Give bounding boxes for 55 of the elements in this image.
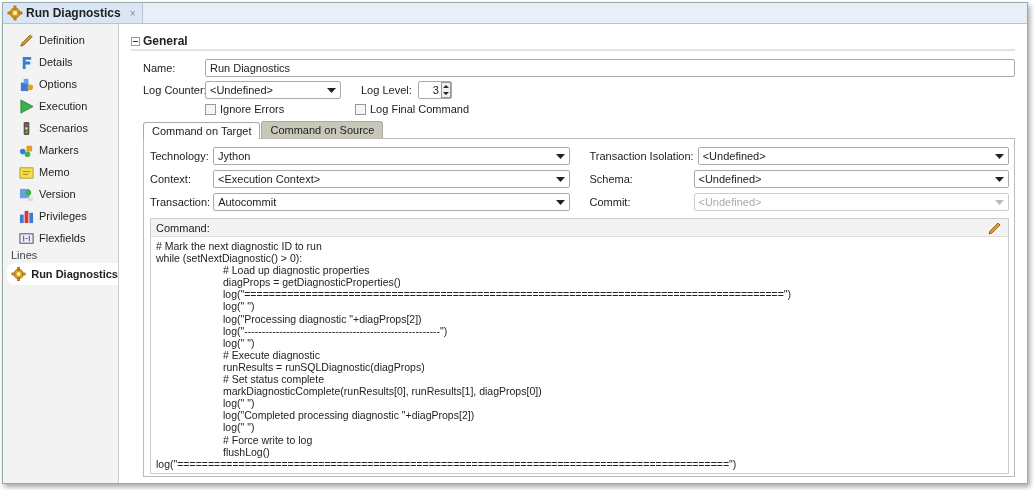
tab[interactable]: Command on Source <box>261 121 384 138</box>
field-label: Log Level: <box>361 84 412 96</box>
dropdown[interactable]: Autocommit <box>213 193 570 211</box>
field-label: Commit: <box>589 196 632 208</box>
dropdown[interactable]: <Undefined> <box>205 81 341 99</box>
name-field[interactable]: Run Diagnostics <box>205 59 1015 77</box>
sidebar-item[interactable]: Definition <box>9 29 118 51</box>
code-line: # Set status complete <box>223 373 325 386</box>
sidebar-item[interactable]: Markers <box>9 139 118 161</box>
field-label: Transaction Isolation: <box>589 150 695 162</box>
editor-tab[interactable]: Run Diagnostics × <box>3 3 143 23</box>
command-label: Command: <box>156 221 210 234</box>
code-line: # Execute diagnostic <box>223 348 321 361</box>
code-line: markDiagnosticComplete(runResults[0], runResults[1], diagProps[0]) <box>223 385 543 398</box>
field-label: Schema: <box>589 173 634 185</box>
code-line: flushLog() <box>223 445 271 458</box>
code-line: # Mark the next diagnostic ID to run <box>156 240 323 253</box>
field-label: Log Counter: <box>143 84 205 96</box>
code-line: log(" ") <box>223 421 256 434</box>
code-line: log(" ") <box>223 397 256 410</box>
field-label: Name: <box>143 62 177 74</box>
sidebar-item[interactable]: Privileges <box>9 205 118 227</box>
sidebar-item[interactable]: Flexfields <box>9 227 118 249</box>
code-line: runResults = runSQLDiagnostic(diagProps) <box>223 360 426 374</box>
code-line: # Force write to log <box>223 433 314 446</box>
sidebar-item[interactable]: Details <box>9 51 118 73</box>
code-line: diagProps = getDiagnosticProperties() <box>223 276 402 289</box>
section-title: General <box>143 34 188 48</box>
sidebar-item[interactable]: Options <box>9 73 118 95</box>
tab[interactable]: Command on Target <box>143 122 261 139</box>
code-line: # Load up diagnostic properties <box>223 264 371 277</box>
sidebar-item[interactable]: Execution <box>9 95 118 117</box>
sidebar-item[interactable]: Memo <box>9 161 118 183</box>
code-line: log("Processing diagnostic "+diagProps[2]) <box>223 312 423 325</box>
spinner-field[interactable]: 3 <box>417 81 452 99</box>
checkbox-label: Log Final Command <box>370 103 470 115</box>
dropdown[interactable]: <Undefined> <box>693 170 1009 188</box>
sidebar-item[interactable]: Version <box>9 183 118 205</box>
code-line: log("--------------------------------------------------------") <box>223 324 449 337</box>
code-line: log("Completed processing diagnostic "+diagProps[2]) <box>223 409 476 422</box>
dropdown[interactable]: <Execution Context> <box>213 170 570 188</box>
dropdown[interactable]: <Undefined> <box>697 147 1009 165</box>
code-line: log(" ") <box>223 300 256 313</box>
section-label: Lines <box>10 249 39 263</box>
code-line: while (setNextDiagnostic() > 0): <box>156 252 304 265</box>
code-line: log("========================================================================================") <box>223 288 793 301</box>
sidebar-item[interactable]: Scenarios <box>9 117 118 139</box>
code-line: log("==========================================================================================") <box>156 457 738 470</box>
checkbox-label: Ignore Errors <box>220 103 285 115</box>
field-label: Context: <box>150 173 192 185</box>
code-line: log(" ") <box>223 336 255 349</box>
dropdown[interactable]: Jython <box>213 147 570 165</box>
field-label: Transaction: <box>150 196 212 208</box>
sidebar-item[interactable]: Run Diagnostics <box>7 263 118 285</box>
field-label: Technology: <box>150 150 210 162</box>
